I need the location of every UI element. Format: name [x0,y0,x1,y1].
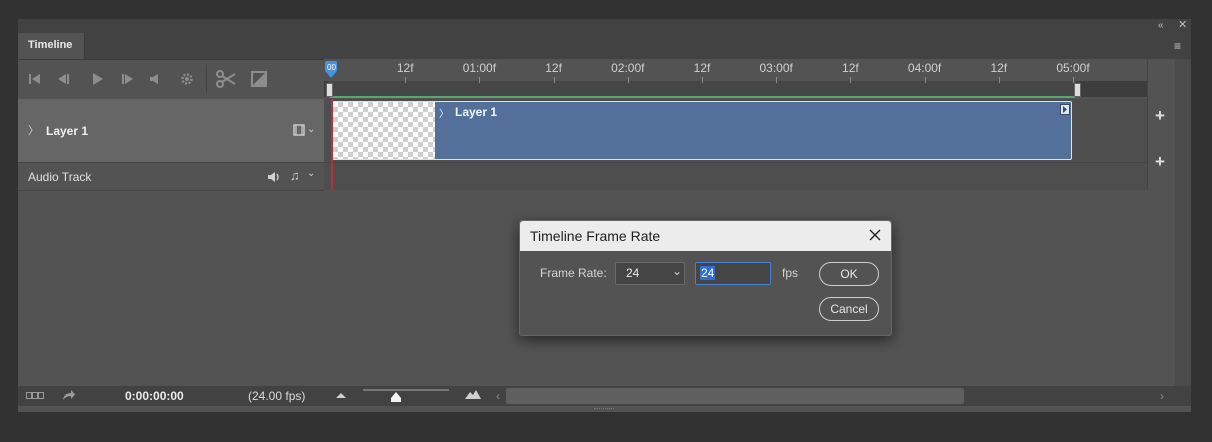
step-forward-icon[interactable] [121,73,135,85]
ruler-tick-mark [702,77,703,83]
panel-menu-icon[interactable]: ≡ [1174,40,1181,52]
scissors-icon[interactable] [216,70,236,88]
track-separator [324,162,1147,163]
work-area-active [328,81,1077,97]
film-strip-icon[interactable] [293,124,305,136]
chevron-down-icon[interactable]: ⌄ [307,124,315,135]
ruler-tick-label: 03:00f [759,61,793,75]
close-panel-icon[interactable]: ✕ [1178,19,1187,31]
layer-track-header[interactable]: 〉 Layer 1 ⌄ [18,99,324,163]
timeline-bottom-bar: 0:00:00:00 (24.00 fps) ‹ › [18,386,1191,406]
clip-expand-chevron-icon[interactable]: 〉 [439,105,449,120]
speaker-icon[interactable] [149,73,161,85]
cancel-button[interactable]: Cancel [819,297,879,321]
ruler-tick-mark [924,77,926,83]
mute-audio-icon[interactable] [267,171,281,183]
layer-clip[interactable]: 〉 Layer 1 [332,101,1072,160]
transition-icon[interactable] [251,71,267,87]
tab-timeline-label: Timeline [28,39,73,51]
tab-timeline[interactable]: Timeline [18,33,85,59]
layer-name: Layer 1 [46,124,89,138]
music-note-icon[interactable]: ♫ [290,168,300,183]
expand-chevron-icon[interactable]: 〉 [28,122,39,138]
render-video-icon[interactable] [62,389,76,401]
toolbar-divider [206,65,207,93]
track-area[interactable]: 〉 Layer 1 [324,99,1147,190]
ruler-tick-label: 12f [990,61,1008,75]
add-audio-button[interactable]: + [1155,152,1165,172]
fps-unit-label: fps [782,266,799,280]
work-area-end-handle[interactable] [1074,83,1081,97]
ruler-tick-mark [998,77,1000,83]
current-timecode: 0:00:00:00 [125,389,184,403]
current-time-indicator [331,99,333,190]
dialog-title-bar[interactable]: Timeline Frame Rate [520,221,891,251]
track-add-column: + + [1147,59,1176,190]
work-area-start-handle[interactable] [326,83,333,97]
collapse-panel-icon[interactable]: « [1158,20,1164,32]
ruler-tick-mark [627,77,629,83]
frame-rate-select[interactable]: 24 ⌄ [615,262,685,285]
scroll-left-icon[interactable]: ‹ [496,389,500,403]
tab-bar: Timeline ≡ [18,33,1191,60]
gear-icon[interactable] [180,72,194,86]
vertical-scrollbar[interactable] [1175,59,1191,387]
frame-rate-label: Frame Rate: [540,266,607,280]
zoom-slider-thumb-icon[interactable] [390,391,402,403]
time-ruler[interactable]: 00 12f 01:00f 12f 02:00f 12f 03:00f 12f 04:00f 1… [324,59,1147,99]
horizontal-scrollbar-thumb[interactable] [506,388,964,404]
playback-controls [18,59,324,99]
add-media-button[interactable]: + [1155,106,1165,126]
ruler-tick-label: 05:00f [1056,61,1090,75]
panel-top-strip: « ✕ [18,19,1191,33]
clip-name: Layer 1 [455,105,498,119]
custom-frame-rate-input[interactable]: 24 [695,262,771,285]
ruler-tick-label: 12f [545,61,562,75]
ruler-tick-mark [479,77,481,83]
timeline-frame-rate-dialog: Timeline Frame Rate Frame Rate: 24 ⌄ 24 … [519,220,892,336]
ruler-tick-mark [1073,77,1074,83]
ruler-tick-label: 04:00f [907,61,942,75]
clip-thumbnail [333,102,435,159]
convert-to-frame-animation-icon[interactable] [26,392,44,400]
resize-grip[interactable] [594,408,614,411]
work-area-line [330,96,1075,98]
zoom-in-mountain-icon[interactable] [464,389,482,400]
custom-frame-rate-value: 24 [700,266,716,280]
scroll-right-icon[interactable]: › [1160,389,1164,403]
frame-rate-select-value: 24 [626,266,640,280]
chevron-down-icon: ⌄ [672,264,683,278]
zoom-out-mountain-icon[interactable] [335,391,347,399]
frame-rate-readout: (24.00 fps) [248,389,306,403]
ruler-tick-label: 12f [693,61,711,75]
ruler-tick-label: 12f [396,61,414,75]
audio-track-name: Audio Track [28,170,92,184]
work-area-bar[interactable] [324,81,1147,98]
ruler-tick-mark [405,77,407,83]
ruler-tick-mark [553,77,555,83]
ruler-tick-mark [850,77,852,83]
clip-end-handle-icon[interactable] [1060,104,1070,115]
chevron-down-icon[interactable]: ⌄ [307,168,315,179]
close-icon[interactable] [869,229,881,241]
zoom-slider[interactable] [363,389,449,391]
playhead-label: 00 [327,63,336,72]
timeline-panel: « ✕ Timeline ≡ 00 12f 01:00f 12f 02:00f 12f 0… [18,19,1191,412]
play-icon[interactable] [91,72,105,86]
audio-track-header[interactable]: Audio Track ♫ ⌄ [18,163,324,191]
step-back-icon[interactable] [56,73,70,85]
ruler-tick-label: 02:00f [611,61,645,75]
ruler-tick-label: 12f [842,61,859,75]
ruler-tick-mark [776,77,778,83]
ok-button[interactable]: OK [819,262,879,286]
dialog-title: Timeline Frame Rate [530,228,661,244]
ruler-tick-label: 01:00f [462,61,497,75]
skip-to-first-icon[interactable] [28,73,42,85]
